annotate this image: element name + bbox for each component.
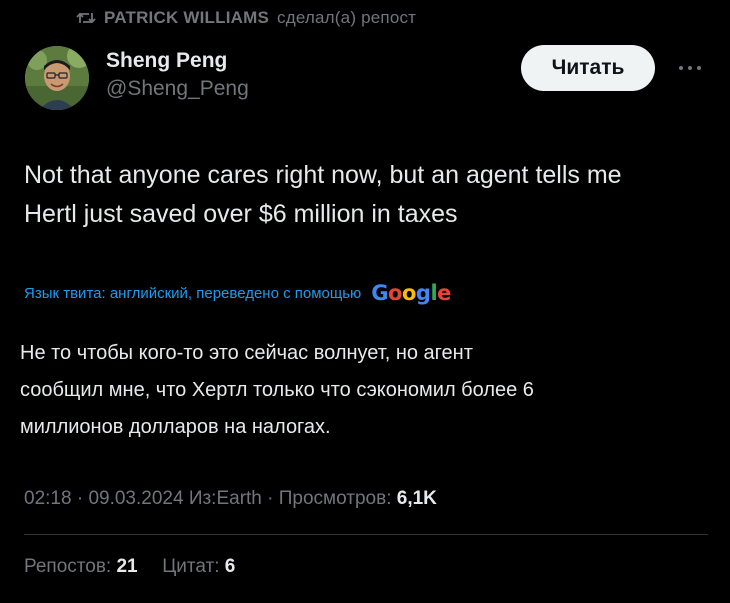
repost-user[interactable]: PATRICK WILLIAMS bbox=[104, 8, 269, 28]
divider bbox=[24, 534, 708, 535]
author-block: Sheng Peng @Sheng_Peng bbox=[25, 46, 249, 110]
tweet-text-line: Hertl just saved over $6 million in taxe… bbox=[24, 200, 458, 228]
tweet-time[interactable]: 02:18 bbox=[24, 488, 72, 509]
quotes-label[interactable]: Цитат: bbox=[162, 556, 219, 577]
quotes-count[interactable]: 6 bbox=[225, 556, 236, 577]
google-logo: Google bbox=[371, 281, 451, 305]
repost-icon bbox=[76, 10, 96, 26]
tweet-text: Not that anyone cares right now, but an … bbox=[24, 156, 714, 234]
reposts-label[interactable]: Репостов: bbox=[24, 556, 111, 577]
tweet-text-line: Not that anyone cares right now, but an … bbox=[24, 161, 622, 189]
more-icon[interactable] bbox=[676, 56, 704, 80]
follow-button[interactable]: Читать bbox=[521, 45, 655, 91]
tweet-date[interactable]: 09.03.2024 bbox=[88, 488, 183, 509]
translated-text-line: миллионов долларов на налогах. bbox=[20, 416, 331, 438]
translation-note-text[interactable]: Язык твита: английский, переведено с пом… bbox=[24, 285, 361, 302]
meta-separator: · bbox=[267, 488, 279, 509]
translated-text: Не то чтобы кого-то это сейчас волнует, … bbox=[20, 335, 710, 446]
translated-text-line: Не то чтобы кого-то это сейчас волнует, … bbox=[20, 342, 473, 364]
repost-suffix: сделал(а) репост bbox=[277, 8, 417, 27]
tweet-source: Из:Earth bbox=[188, 488, 262, 509]
display-name[interactable]: Sheng Peng bbox=[106, 48, 249, 74]
tweet-meta: 02:18 · 09.03.2024 Из:Earth · Просмотров… bbox=[24, 488, 437, 510]
repost-header[interactable]: PATRICK WILLIAMS сделал(а) репост bbox=[76, 8, 416, 28]
author-names: Sheng Peng @Sheng_Peng bbox=[106, 48, 249, 102]
translation-note[interactable]: Язык твита: английский, переведено с пом… bbox=[24, 281, 451, 305]
reposts-count[interactable]: 21 bbox=[116, 556, 137, 577]
user-handle[interactable]: @Sheng_Peng bbox=[106, 76, 249, 102]
tweet-stats: Репостов: 21 Цитат: 6 bbox=[24, 556, 235, 578]
translated-text-line: сообщил мне, что Хертл только что сэконо… bbox=[20, 379, 534, 401]
avatar[interactable] bbox=[25, 46, 89, 110]
views-count: 6,1K bbox=[396, 488, 437, 509]
meta-separator: · bbox=[76, 488, 89, 509]
views-label: Просмотров: bbox=[278, 488, 392, 509]
